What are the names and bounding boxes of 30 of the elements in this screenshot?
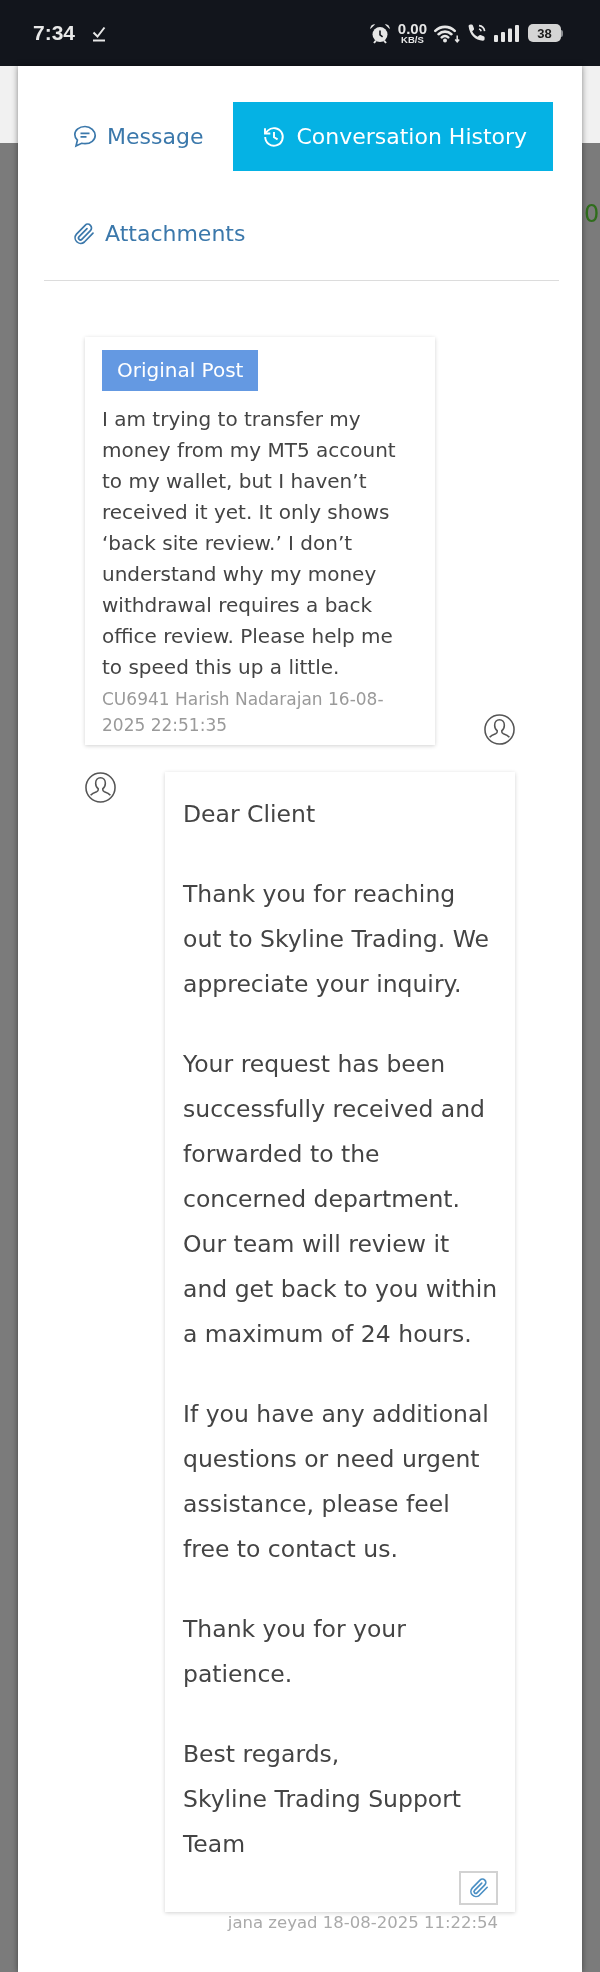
reply-paragraph: Dear Client [183, 799, 317, 830]
attachment-button[interactable] [459, 1871, 498, 1905]
network-speed: 0.00 [397, 21, 427, 35]
reply-paragraph: Thank you for reaching out to Skyline Trading. We appreciate your inquiry. [183, 879, 490, 1000]
wifi-calling-icon [467, 23, 487, 43]
reply-paragraph: If you have any additional questions or need urgent assistance, please feel free to contact us. [183, 1399, 490, 1565]
tab[interactable]: Attachments [44, 199, 272, 268]
post-text: I am trying to transfer my money from my MT5 account to my wallet, but I haven’t received it yet. It only shows ‘back site review.’ I don’t understand why my money withdrawal requires a back office review. Please help me to speed this up a little. [102, 406, 397, 681]
alarm-clock-icon [368, 22, 391, 44]
background-number: 0 [583, 200, 600, 228]
battery-percent: 38 [537, 25, 552, 41]
speech-bubble-icon [73, 125, 97, 148]
network-speed-unit: KB/S [401, 34, 424, 45]
signal-bars-icon [494, 24, 519, 42]
reply-paragraph: Your request has been successfully received and forwarded to the concerned department. Our team will review it and get back to you within a maximum of 24 hours. [183, 1049, 499, 1350]
post-author-date: CU6941 Harish Nadarajan 16-08-2025 22:51:35 [102, 688, 385, 737]
tab[interactable]: Message [44, 102, 230, 171]
user-avatar-icon [484, 714, 515, 745]
paperclip-icon [73, 221, 95, 246]
paperclip-icon [468, 1877, 489, 1899]
original-post-label: Original Post [102, 350, 259, 391]
check-underline-icon [92, 24, 107, 42]
clock-time: 7:34 [33, 21, 76, 45]
user-avatar-icon [85, 772, 116, 803]
reply-author-date: jana zeyad 18-08-2025 11:22:54 [227, 1912, 498, 1934]
reply-paragraph: Thank you for your patience. [183, 1614, 407, 1690]
reply-paragraph: Best regards, Skyline Trading Support Team [183, 1739, 463, 1860]
history-icon [262, 124, 287, 149]
wifi-icon [434, 23, 460, 43]
tab[interactable]: Conversation History [233, 102, 554, 171]
